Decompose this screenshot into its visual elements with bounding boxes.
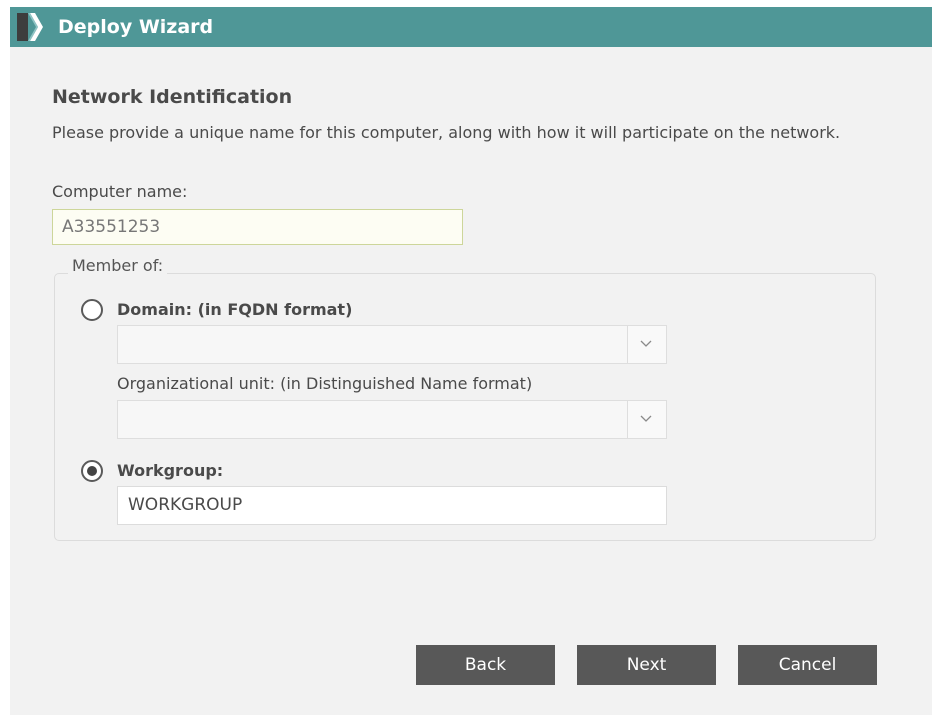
chevron-down-icon — [640, 415, 652, 422]
chevron-logo-icon — [14, 11, 44, 43]
workgroup-radio[interactable] — [81, 460, 103, 482]
organizational-unit-label: Organizational unit: (in Distinguished N… — [117, 374, 533, 393]
computer-name-label: Computer name: — [52, 182, 188, 201]
computer-name-input[interactable]: A33551253 — [52, 209, 463, 245]
radio-selected-dot — [87, 466, 97, 476]
organizational-unit-dropdown-button[interactable] — [627, 401, 666, 438]
domain-dropdown-button[interactable] — [627, 326, 666, 363]
page-heading: Network Identification — [52, 86, 293, 108]
chevron-down-icon — [640, 340, 652, 347]
next-button[interactable]: Next — [577, 645, 716, 685]
title-bar: Deploy Wizard — [10, 7, 932, 47]
domain-dropdown[interactable] — [117, 325, 667, 364]
workgroup-label[interactable]: Workgroup: — [117, 461, 223, 480]
domain-label[interactable]: Domain: (in FQDN format) — [117, 300, 352, 319]
member-of-legend: Member of: — [68, 256, 168, 275]
domain-radio[interactable] — [81, 299, 103, 321]
workgroup-input[interactable]: WORKGROUP — [117, 486, 667, 525]
window-title: Deploy Wizard — [58, 16, 214, 38]
back-button[interactable]: Back — [416, 645, 555, 685]
organizational-unit-dropdown[interactable] — [117, 400, 667, 439]
page-description: Please provide a unique name for this co… — [52, 123, 841, 142]
cancel-button[interactable]: Cancel — [738, 645, 877, 685]
